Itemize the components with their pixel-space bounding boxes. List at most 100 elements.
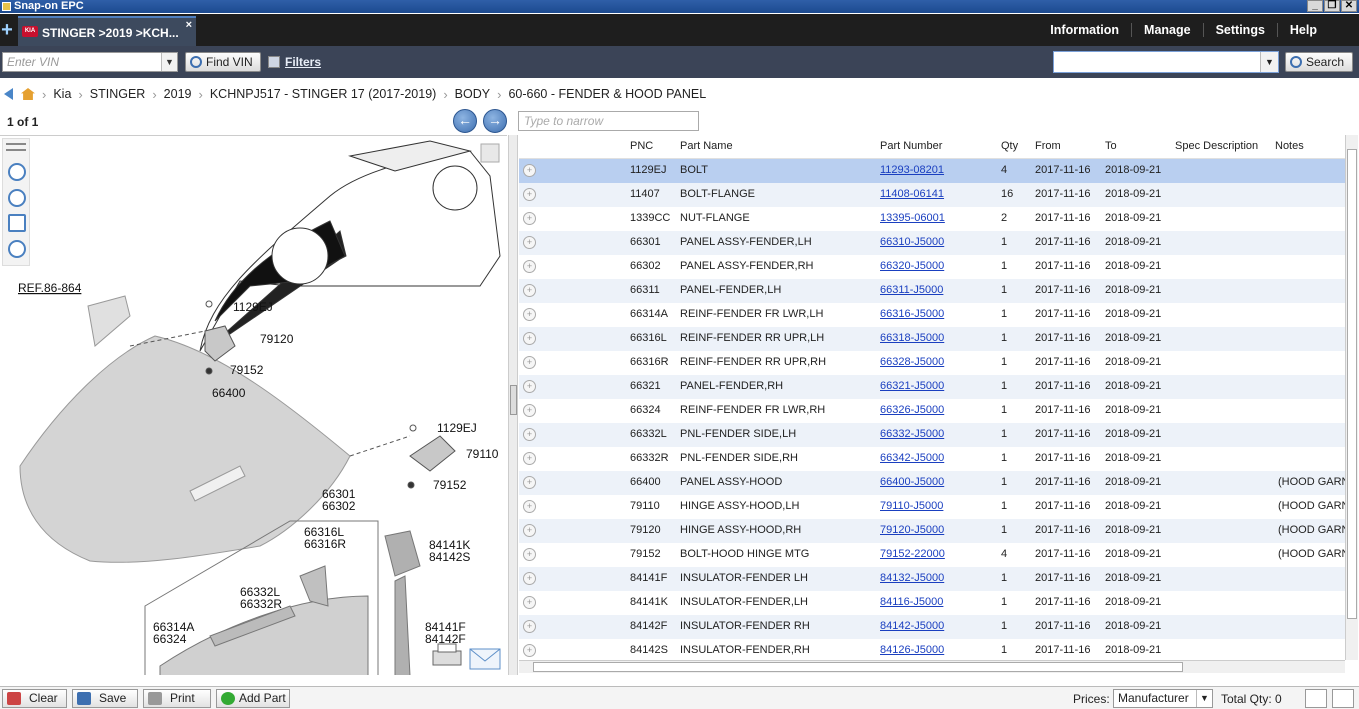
prices-select[interactable]: Manufacturer ▼ (1113, 689, 1213, 708)
row-part-number[interactable]: 84116-J5000 (880, 596, 943, 608)
add-row-icon[interactable]: + (523, 332, 536, 345)
restore-icon[interactable]: ❐ (1324, 0, 1340, 12)
table-row[interactable]: +66302 PANEL ASSY-FENDER,RH 66320-J5000 1 20… (519, 255, 1345, 279)
table-row[interactable]: +66316R REINF-FENDER RR UPR,RH 66328-J5000… (519, 351, 1345, 375)
callout-79120[interactable]: 79120 (260, 332, 294, 346)
row-part-number[interactable]: 66310-J5000 (880, 236, 944, 248)
add-row-icon[interactable]: + (523, 284, 536, 297)
menu-manage[interactable]: Manage (1131, 23, 1203, 37)
grip-icon[interactable] (6, 143, 26, 151)
menu-help[interactable]: Help (1276, 23, 1329, 37)
add-row-icon[interactable]: + (523, 236, 536, 249)
crumb-make[interactable]: Kia (53, 87, 71, 101)
printer-icon[interactable] (432, 643, 462, 666)
table-row[interactable]: +84141K INSULATOR-FENDER,LH 84116-J5000 1 20… (519, 591, 1345, 615)
col-part-name[interactable]: Part Name (680, 140, 733, 152)
add-row-icon[interactable]: + (523, 404, 536, 417)
col-qty[interactable]: Qty (1001, 140, 1018, 152)
row-part-number[interactable]: 66332-J5000 (880, 428, 944, 440)
add-row-icon[interactable]: + (523, 548, 536, 561)
add-part-button[interactable]: Add Part (216, 689, 290, 708)
row-part-number[interactable]: 11293-08201 (880, 164, 944, 176)
print-button[interactable]: Print (143, 689, 211, 708)
add-row-icon[interactable]: + (523, 380, 536, 393)
add-row-icon[interactable]: + (523, 356, 536, 369)
row-part-number[interactable]: 11408-06141 (880, 188, 944, 200)
table-row[interactable]: +11407 BOLT-FLANGE 11408-06141 16 2017-11-16… (519, 183, 1345, 207)
add-row-icon[interactable]: + (523, 500, 536, 513)
expand-icon[interactable] (480, 143, 500, 163)
vertical-scrollbar[interactable] (1345, 135, 1358, 660)
add-row-icon[interactable]: + (523, 164, 536, 177)
splitter-grip[interactable] (510, 385, 517, 415)
table-row[interactable]: +66400 PANEL ASSY-HOOD 66400-J5000 1 2017-11… (519, 471, 1345, 495)
fit-to-window-icon[interactable] (8, 214, 26, 232)
col-part-number[interactable]: Part Number (880, 140, 942, 152)
horizontal-scrollbar[interactable] (519, 660, 1345, 673)
row-part-number[interactable]: 79110-J5000 (880, 500, 943, 512)
clear-button[interactable]: Clear (2, 689, 67, 708)
row-part-number[interactable]: 84126-J5000 (880, 644, 944, 656)
callout-1129ej-b[interactable]: 1129EJ (437, 421, 477, 435)
table-row[interactable]: +79152 BOLT-HOOD HINGE MTG 79152-22000 4 201… (519, 543, 1345, 567)
next-illustration-button[interactable]: → (483, 109, 507, 133)
add-row-icon[interactable]: + (523, 620, 536, 633)
callout-79152-b[interactable]: 79152 (433, 478, 467, 492)
table-row[interactable]: +66324 REINF-FENDER FR LWR,RH 66326-J5000 1… (519, 399, 1345, 423)
crumb-group[interactable]: BODY (455, 87, 490, 101)
row-part-number[interactable]: 13395-06001 (880, 212, 945, 224)
add-row-icon[interactable]: + (523, 644, 536, 657)
scroll-thumb[interactable] (1347, 149, 1357, 619)
table-row[interactable]: +66301 PANEL ASSY-FENDER,LH 66310-J5000 1 20… (519, 231, 1345, 255)
panel-splitter[interactable] (508, 135, 518, 675)
add-row-icon[interactable]: + (523, 212, 536, 225)
zoom-out-icon[interactable] (8, 189, 26, 207)
menu-settings[interactable]: Settings (1202, 23, 1277, 37)
row-part-number[interactable]: 66321-J5000 (880, 380, 944, 392)
minimize-icon[interactable]: _ (1307, 0, 1323, 12)
table-row[interactable]: +66321 PANEL-FENDER,RH 66321-J5000 1 2017-11… (519, 375, 1345, 399)
table-row[interactable]: +66316L REINF-FENDER RR UPR,LH 66318-J5000… (519, 327, 1345, 351)
col-to[interactable]: To (1105, 140, 1117, 152)
close-icon[interactable]: ✕ (1341, 0, 1357, 12)
chevron-down-icon[interactable]: ▼ (1260, 52, 1278, 72)
add-row-icon[interactable]: + (523, 260, 536, 273)
callout-1129ej[interactable]: 1129EJ (233, 300, 273, 314)
table-row[interactable]: +1339CC NUT-FLANGE 13395-06001 2 2017-11-16 2… (519, 207, 1345, 231)
vin-input[interactable]: Enter VIN ▼ (2, 52, 178, 72)
new-tab-button[interactable]: + (0, 14, 14, 46)
col-pnc[interactable]: PNC (630, 140, 653, 152)
add-row-icon[interactable]: + (523, 308, 536, 321)
prev-illustration-button[interactable]: ← (453, 109, 477, 133)
row-part-number[interactable]: 66342-J5000 (880, 452, 944, 464)
menu-information[interactable]: Information (1038, 23, 1131, 37)
col-spec[interactable]: Spec Description (1175, 140, 1258, 152)
table-row[interactable]: +84142F INSULATOR-FENDER RH 84142-J5000 1 20… (519, 615, 1345, 639)
tab-stinger[interactable]: KIA STINGER >2019 >KCH... × (18, 16, 196, 46)
add-row-icon[interactable]: + (523, 596, 536, 609)
scroll-thumb[interactable] (533, 662, 1183, 672)
find-vin-button[interactable]: Find VIN (185, 52, 261, 72)
table-row[interactable]: +66314A REINF-FENDER FR LWR,LH 66316-J5000… (519, 303, 1345, 327)
callout-66332r[interactable]: 66332R (240, 597, 282, 611)
narrow-filter-input[interactable]: Type to narrow (518, 111, 699, 131)
table-row[interactable]: +84142S INSULATOR-FENDER,RH 84126-J5000 1 20… (519, 639, 1345, 660)
maximize-panel-icon[interactable] (1332, 689, 1354, 708)
reset-zoom-icon[interactable] (8, 240, 26, 258)
crumb-model[interactable]: STINGER (90, 87, 146, 101)
table-row[interactable]: +1129EJ BOLT 11293-08201 4 2017-11-16 2018-09… (519, 159, 1345, 183)
col-notes[interactable]: Notes (1275, 140, 1304, 152)
row-part-number[interactable]: 66318-J5000 (880, 332, 944, 344)
minimize-panel-icon[interactable] (1305, 689, 1327, 708)
search-input[interactable]: ▼ (1053, 51, 1279, 73)
search-button[interactable]: Search (1285, 52, 1353, 72)
row-part-number[interactable]: 66316-J5000 (880, 308, 944, 320)
callout-84142s[interactable]: 84142S (429, 550, 470, 564)
save-button[interactable]: Save (72, 689, 138, 708)
callout-66324[interactable]: 66324 (153, 632, 187, 646)
add-row-icon[interactable]: + (523, 572, 536, 585)
back-arrow-icon[interactable] (4, 88, 13, 100)
add-row-icon[interactable]: + (523, 428, 536, 441)
zoom-in-icon[interactable] (8, 163, 26, 181)
row-part-number[interactable]: 84132-J5000 (880, 572, 944, 584)
